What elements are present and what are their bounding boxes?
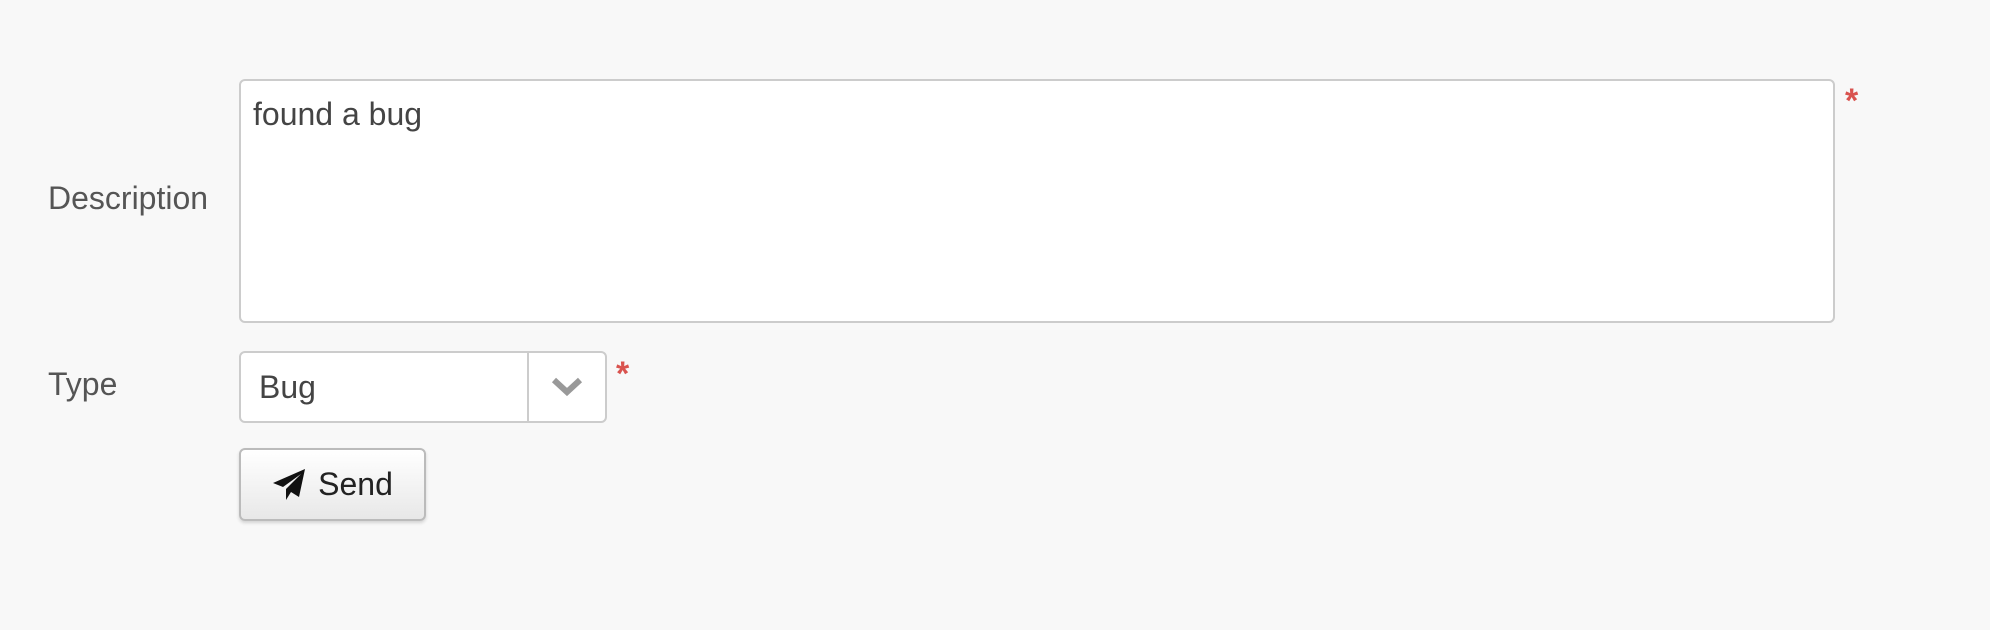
chevron-down-icon [551,377,583,397]
paper-plane-icon [273,468,306,500]
send-button[interactable]: Send [239,448,426,521]
feedback-form: Description found a bug * Type Bug * Sen… [0,0,1990,630]
type-select-toggle[interactable] [527,353,605,421]
type-select[interactable]: Bug [239,351,607,423]
description-label: Description [48,180,209,216]
type-select-value: Bug [259,368,316,405]
description-textarea[interactable]: found a bug [239,79,1835,323]
type-label: Type [48,366,118,402]
type-required-mark: * [616,355,630,393]
description-required-mark: * [1845,82,1859,120]
send-button-label: Send [318,466,393,502]
